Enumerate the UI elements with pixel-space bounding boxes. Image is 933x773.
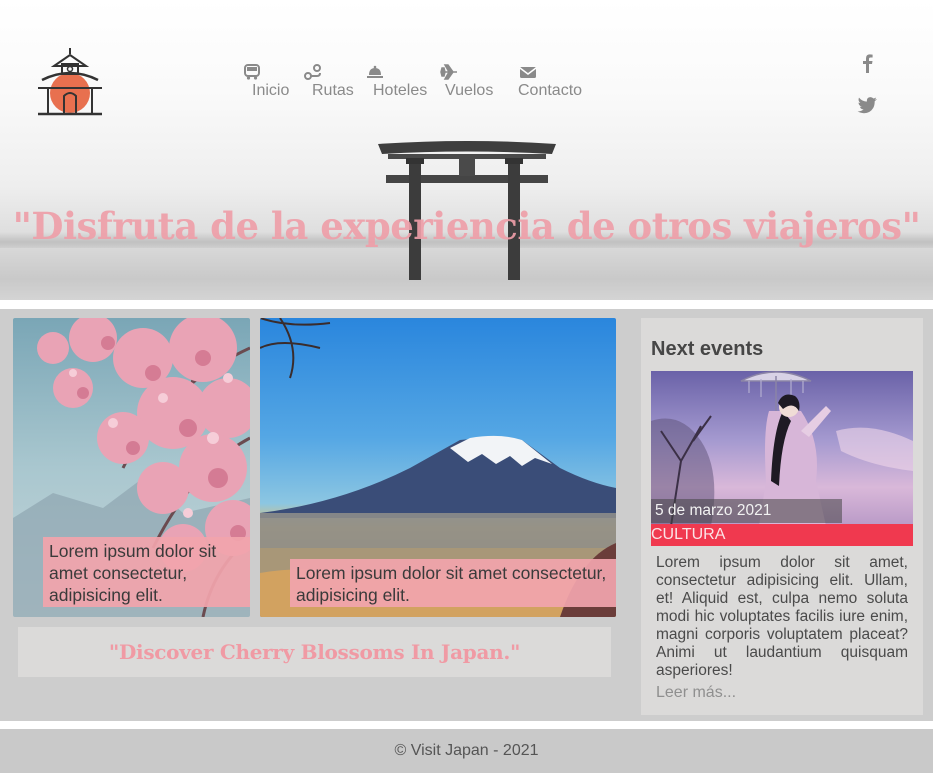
bell-icon — [367, 65, 383, 78]
read-more-link[interactable]: Leer más... — [656, 684, 736, 702]
event-description: Lorem ipsum dolor sit amet, consectetur … — [656, 554, 908, 679]
nav-label: Rutas — [312, 82, 354, 99]
social-links — [856, 52, 882, 136]
hero-quote: "Disfruta de la experiencia de otros via… — [12, 204, 921, 248]
nav-item-rutas[interactable]: Rutas — [304, 62, 366, 100]
cherry-caption: Lorem ipsum dolor sit amet consectetur, … — [43, 537, 250, 607]
nav-item-vuelos[interactable]: Vuelos — [440, 62, 519, 100]
fuji-caption: Lorem ipsum dolor sit amet consectetur, … — [290, 559, 616, 607]
nav-label: Inicio — [252, 82, 290, 99]
twitter-icon[interactable] — [856, 94, 878, 116]
envelope-icon — [519, 67, 537, 78]
main-nav: Inicio Rutas Hoteles Vuelos Contacto — [243, 62, 609, 100]
nav-item-inicio[interactable]: Inicio — [243, 62, 304, 100]
nav-label: Contacto — [518, 82, 583, 99]
events-title: Next events — [651, 338, 764, 360]
cherry-blossom-card[interactable]: Lorem ipsum dolor sit amet consectetur, … — [13, 318, 250, 617]
bus-icon — [244, 64, 260, 80]
pagoda-logo-icon[interactable] — [34, 46, 106, 118]
nav-item-hoteles[interactable]: Hoteles — [366, 62, 440, 100]
nav-label: Vuelos — [445, 82, 494, 99]
nav-label: Hoteles — [373, 82, 428, 99]
facebook-icon[interactable] — [856, 52, 878, 74]
nav-item-contacto[interactable]: Contacto — [518, 62, 609, 100]
route-icon — [304, 64, 321, 80]
cherry-quote-text: "Discover Cherry Blossoms In Japan." — [108, 640, 521, 664]
event-date: 5 de marzo 2021 — [651, 499, 842, 523]
footer-copyright: © Visit Japan - 2021 — [394, 742, 539, 759]
cherry-quote-box: "Discover Cherry Blossoms In Japan." — [18, 627, 611, 677]
event-category-tag[interactable]: CULTURA — [651, 524, 913, 546]
mount-fuji-card[interactable]: Lorem ipsum dolor sit amet consectetur, … — [260, 318, 616, 617]
footer: © Visit Japan - 2021 — [0, 729, 933, 773]
hero-header: Inicio Rutas Hoteles Vuelos Contacto "Di… — [0, 0, 933, 300]
next-events-panel: Next events 5 de marzo 2021 CULTURA Lore — [641, 318, 923, 715]
plane-icon — [440, 64, 457, 80]
